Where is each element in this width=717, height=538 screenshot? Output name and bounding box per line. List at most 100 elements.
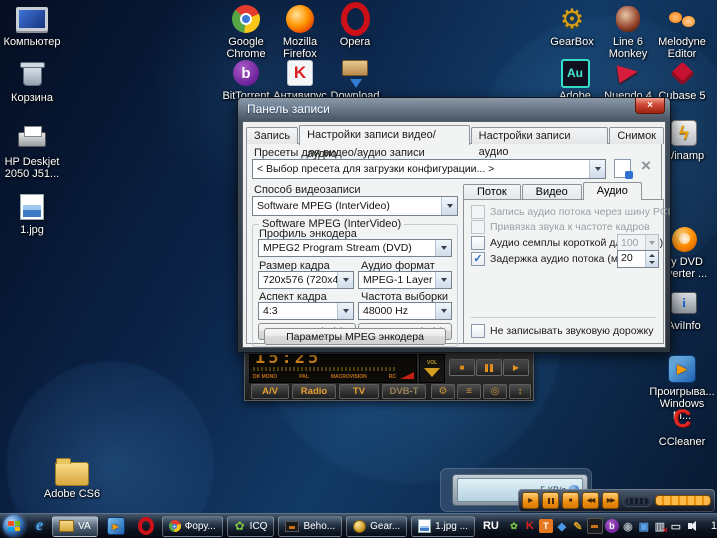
mpeg-params-button[interactable]: Параметры MPEG энкодера	[264, 328, 446, 345]
play-icon: ▶	[513, 363, 519, 372]
channel-updown-button[interactable]: ↕	[509, 384, 531, 399]
subtab-audio[interactable]: Аудио	[583, 182, 642, 200]
spinner-arrows[interactable]	[645, 251, 658, 267]
tab-audio-settings[interactable]: Настройки записи аудио	[471, 127, 609, 144]
target-button[interactable]: ◎	[483, 384, 507, 399]
indicator-macrovision: MACROVISION	[331, 374, 367, 380]
desktop-icon-computer[interactable]: Компьютер	[0, 4, 64, 48]
desktop-icon-download[interactable]: Download	[323, 58, 387, 102]
pause-button[interactable]	[476, 359, 502, 376]
checkbox-audio-sync[interactable]: Привязка звука к частоте кадров	[471, 220, 659, 234]
dropdown-button[interactable]	[337, 303, 353, 319]
dialog-title: Панель записи	[247, 102, 330, 116]
video-method-combobox[interactable]: Software MPEG (InterVideo)	[252, 196, 458, 216]
tray-kaspersky-icon[interactable]: K	[523, 519, 537, 533]
icon-label: Line 6 Monkey	[609, 36, 648, 60]
taskbar-button-image[interactable]: 1.jpg ...	[411, 516, 475, 537]
lcd-time: 15:25	[255, 354, 321, 368]
stop-button[interactable]: ■	[449, 359, 475, 376]
sample-rate-combobox[interactable]: 48000 Hz	[358, 302, 452, 320]
frame-size-combobox[interactable]: 720x576 (720x480)	[258, 271, 354, 289]
tab-snapshot[interactable]: Снимок	[609, 127, 664, 144]
dropdown-button[interactable]	[441, 197, 457, 215]
desktop-icon-1jpg[interactable]: 1.jpg	[0, 192, 64, 236]
close-button[interactable]: ×	[635, 98, 665, 114]
dropdown-button[interactable]	[435, 272, 451, 288]
checkbox-pci-audio[interactable]: Запись аудио потока через шину PCI	[471, 205, 659, 219]
tab-video-audio-settings[interactable]: Настройки записи видео/аудио	[299, 125, 470, 145]
checkbox-no-audio-track[interactable]: Не записывать звуковую дорожку	[471, 324, 659, 338]
settings-wrench-button[interactable]: ⚙	[431, 384, 455, 399]
task-label: Фору...	[185, 521, 216, 532]
tray-icq-icon[interactable]: ✿	[507, 519, 521, 533]
av-source-button[interactable]: A/V	[251, 384, 289, 399]
desktop-icon-hp-deskjet[interactable]: HP Deskjet 2050 J51...	[0, 124, 64, 180]
subtab-stream[interactable]: Поток	[463, 184, 521, 199]
taskbar-button-icq[interactable]: ✿ ICQ	[227, 516, 275, 537]
media-pause-button[interactable]	[542, 492, 559, 509]
delete-preset-icon[interactable]: ×	[641, 159, 651, 173]
volume-indicator[interactable]: VOL	[419, 354, 445, 383]
tray-torrent-icon[interactable]: T	[539, 519, 553, 533]
desktop-icon-adobe-cs6[interactable]: Adobe CS6	[32, 456, 112, 500]
tray-volume-icon[interactable]	[685, 519, 699, 533]
media-forward-button[interactable]: ▶▶	[602, 492, 619, 509]
audio-format-combobox[interactable]: MPEG-1 Layer II	[358, 271, 452, 289]
media-progress-bar[interactable]	[655, 495, 711, 506]
taskbar-button-behold[interactable]: Beho...	[278, 516, 342, 537]
desktop-icon-opera[interactable]: Opera	[323, 4, 387, 48]
tray-blue-app-icon[interactable]: ◆	[555, 519, 569, 533]
encoder-profile-combobox[interactable]: MPEG2 Program Stream (DVD)	[258, 239, 452, 257]
preset-combobox[interactable]: < Выбор пресета для загрузки конфигураци…	[252, 159, 606, 179]
combo-value: MPEG-1 Layer II	[359, 274, 435, 286]
stop-icon: ■	[460, 363, 465, 372]
taskbar-clock[interactable]: 13:23	[711, 520, 717, 532]
tv-button[interactable]: TV	[339, 384, 379, 399]
language-indicator[interactable]: RU	[483, 520, 499, 532]
dropdown-button[interactable]	[435, 240, 451, 256]
dropdown-button[interactable]	[435, 303, 451, 319]
media-rewind-button[interactable]: ◀◀	[582, 492, 599, 509]
taskbar-wmp-icon[interactable]: ▶	[107, 517, 125, 535]
pause-icon	[547, 498, 555, 504]
audio-delay-spinner[interactable]: 20	[617, 250, 659, 268]
checkbox-label: Привязка звука к частоте кадров	[490, 221, 650, 233]
dvbt-button[interactable]: DVB-T	[382, 384, 426, 399]
taskbar-button-gearbox[interactable]: Gear...	[346, 516, 407, 537]
desktop-icon-ccleaner[interactable]: C CCleaner	[650, 404, 714, 448]
tray-behold-icon[interactable]	[587, 518, 603, 534]
media-play-button[interactable]: ▶	[522, 492, 539, 509]
play-button[interactable]: ▶	[503, 359, 529, 376]
dialog-client-area: Запись Настройки записи видео/аудио Наст…	[242, 121, 666, 348]
radio-button[interactable]: Radio	[292, 384, 336, 399]
dropdown-button[interactable]	[337, 272, 353, 288]
media-mini-display[interactable]	[622, 495, 652, 507]
taskbar-button-chrome-forum[interactable]: Фору...	[162, 516, 223, 537]
media-stop-button[interactable]: ■	[562, 492, 579, 509]
desktop-icon-gearbox[interactable]: ⚙ GearBox	[540, 4, 604, 48]
menu-button[interactable]: ≡	[457, 384, 481, 399]
tray-recorder-icon[interactable]: ◉	[621, 519, 635, 533]
taskbar-opera-icon[interactable]	[138, 517, 154, 535]
desktop-icon-cubase[interactable]: Cubase 5	[650, 58, 714, 102]
tray-bittorrent-icon[interactable]: b	[605, 519, 619, 533]
desktop-icon-recycle-bin[interactable]: Корзина	[0, 60, 64, 104]
tray-network-pc-icon[interactable]: ▣	[637, 519, 651, 533]
start-button[interactable]	[3, 515, 25, 537]
dialog-titlebar[interactable]: Панель записи	[238, 98, 670, 120]
subtab-video[interactable]: Видео	[522, 184, 582, 199]
media-player-icon: ▶	[665, 354, 699, 384]
opera-icon	[338, 4, 372, 34]
aspect-combobox[interactable]: 4:3	[258, 302, 354, 320]
tray-display-icon[interactable]: ▭	[669, 519, 683, 533]
taskbar-button-explorer[interactable]: VA	[52, 516, 98, 537]
desktop: Компьютер Корзина HP Deskjet 2050 J51...…	[0, 0, 717, 538]
dropdown-button[interactable]	[589, 160, 605, 178]
save-preset-icon[interactable]	[614, 159, 631, 178]
tab-record[interactable]: Запись	[246, 127, 298, 144]
tray-gold-app-icon[interactable]: ✎	[571, 519, 585, 533]
desktop-icon-melodyne[interactable]: Melodyne Editor	[650, 4, 714, 60]
icon-label: CCleaner	[659, 436, 705, 448]
tray-network-error-icon[interactable]: ▥×	[653, 519, 667, 533]
taskbar-ie-icon[interactable]: e	[29, 517, 50, 535]
